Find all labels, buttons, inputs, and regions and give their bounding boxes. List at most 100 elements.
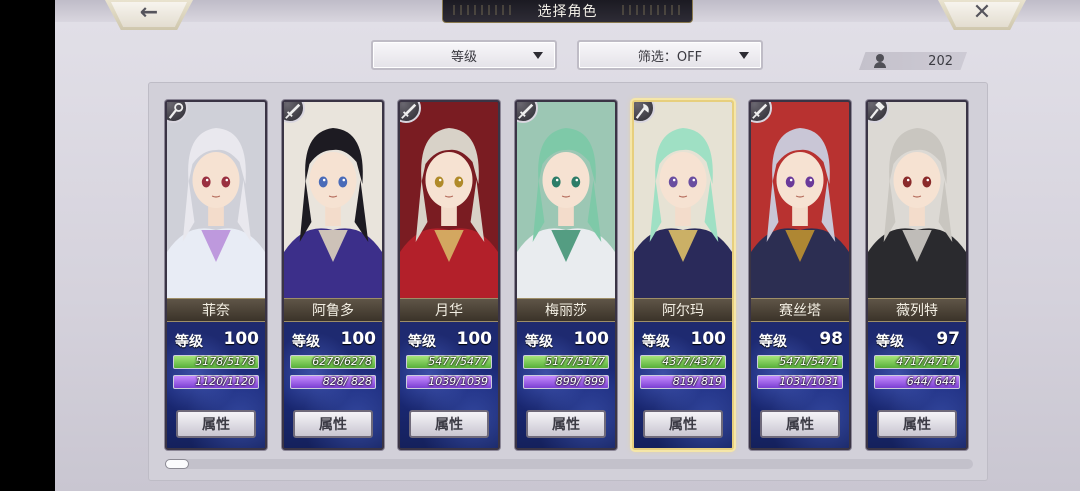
character-name: 薇列特 [868, 298, 966, 322]
attributes-button[interactable]: 属性 [409, 410, 489, 438]
mp-value: 1039/1039 [428, 375, 488, 388]
level-row: 等级 100 [406, 329, 493, 350]
mp-bar: 1120/1120 [173, 375, 259, 389]
level-label: 等级 [292, 334, 320, 350]
attributes-button[interactable]: 属性 [877, 410, 957, 438]
chevron-down-icon [739, 52, 749, 59]
mp-bar: 828/ 828 [290, 375, 376, 389]
hp-value: 5178/5178 [195, 355, 255, 368]
hp-bar: 6278/6278 [290, 355, 376, 369]
character-name: 赛丝塔 [751, 298, 849, 322]
character-stats: 等级 100 5477/5477 1039/1039 属性 [400, 322, 498, 448]
character-portrait [167, 102, 265, 298]
level-row: 等级 100 [290, 329, 377, 350]
character-card[interactable]: 梅丽莎 等级 100 5177/5177 899/ 899 属性 [515, 100, 617, 450]
hp-value: 5177/5177 [545, 355, 605, 368]
character-stats: 等级 100 5177/5177 899/ 899 属性 [517, 322, 615, 448]
character-portrait [284, 102, 382, 298]
attributes-button[interactable]: 属性 [526, 410, 606, 438]
scroll-thumb[interactable] [165, 459, 189, 469]
mp-bar: 644/ 644 [874, 375, 960, 389]
level-row: 等级 98 [757, 329, 843, 350]
character-name: 月华 [400, 298, 498, 322]
level-row: 等级 100 [640, 329, 727, 350]
sword-icon [751, 102, 772, 123]
level-label: 等级 [175, 334, 203, 350]
title-bar: 选择角色 [442, 0, 693, 23]
level-row: 等级 100 [173, 329, 259, 350]
mp-bar: 899/ 899 [523, 375, 609, 389]
character-card[interactable]: 薇列特等级 97 4717/4717 644/ 644 属性 [866, 100, 968, 450]
horizontal-scrollbar[interactable] [165, 459, 973, 469]
mp-bar: 819/ 819 [640, 375, 726, 389]
character-portrait [751, 102, 849, 298]
hp-value: 4717/4717 [896, 355, 956, 368]
hp-bar: 4377/4377 [640, 355, 726, 369]
back-arrow-icon: ← [139, 0, 159, 25]
level-value: 98 [819, 329, 843, 349]
character-portrait [517, 102, 615, 298]
character-stats: 等级 100 4377/4377 819/ 819 属性 [634, 322, 732, 448]
level-value: 100 [456, 329, 493, 349]
filter-dropdown[interactable]: 筛选：OFF [577, 40, 763, 70]
mp-value: 1120/1120 [195, 375, 255, 388]
hp-bar: 5177/5177 [523, 355, 609, 369]
close-button[interactable]: ✕ [938, 0, 1026, 30]
character-card[interactable]: 菲奈 等级 100 5178/5178 1120/1120 属性 [165, 100, 267, 450]
sort-dropdown-value: 等级 [450, 49, 477, 65]
title-ornament-right [622, 5, 682, 15]
character-stats: 等级 100 6278/6278 828/ 828 属性 [284, 322, 382, 448]
character-card[interactable]: 赛丝塔等级 98 5471/5471 1031/1031 属性 [749, 100, 851, 450]
level-value: 97 [936, 329, 960, 349]
character-name: 梅丽莎 [517, 298, 615, 322]
character-card[interactable]: 阿鲁多等级 100 6278/6278 828/ 828 属性 [282, 100, 384, 450]
level-label: 等级 [876, 334, 904, 350]
person-icon [873, 54, 887, 68]
sort-dropdown[interactable]: 等级 [371, 40, 557, 70]
character-name: 阿尔玛 [634, 298, 732, 322]
character-count-badge: 202 [859, 52, 967, 70]
character-portrait [400, 102, 498, 298]
hp-value: 5477/5477 [428, 355, 488, 368]
mp-value: 899/ 899 [555, 375, 605, 388]
mp-bar: 1031/1031 [757, 375, 843, 389]
hp-value: 4377/4377 [662, 355, 722, 368]
page-title: 选择角色 [537, 4, 598, 20]
character-stats: 等级 98 5471/5471 1031/1031 属性 [751, 322, 849, 448]
title-ornament-left [453, 5, 513, 15]
character-card[interactable]: 月华等级 100 5477/5477 1039/1039 属性 [398, 100, 500, 450]
character-stats: 等级 100 5178/5178 1120/1120 属性 [167, 322, 265, 448]
hp-bar: 5471/5471 [757, 355, 843, 369]
sword-icon [400, 102, 421, 123]
character-name: 阿鲁多 [284, 298, 382, 322]
level-label: 等级 [525, 334, 553, 350]
mp-value: 1031/1031 [779, 375, 839, 388]
level-value: 100 [690, 329, 727, 349]
hammer-icon [868, 102, 889, 123]
attributes-button[interactable]: 属性 [760, 410, 840, 438]
character-portrait [634, 102, 732, 298]
mp-bar: 1039/1039 [406, 375, 492, 389]
attributes-button[interactable]: 属性 [293, 410, 373, 438]
level-label: 等级 [642, 334, 670, 350]
hp-bar: 5477/5477 [406, 355, 492, 369]
back-button[interactable]: ← [105, 0, 193, 30]
character-list-panel: 菲奈 等级 100 5178/5178 1120/1120 属性 阿鲁多 等级 100 6278/… [148, 82, 988, 481]
sword-icon [284, 102, 305, 123]
character-cards: 菲奈 等级 100 5178/5178 1120/1120 属性 阿鲁多 等级 100 6278/… [165, 95, 985, 450]
hp-bar: 4717/4717 [874, 355, 960, 369]
character-card[interactable]: 阿尔玛等级 100 4377/4377 819/ 819 属性 [632, 100, 734, 450]
filter-dropdown-value: 筛选：OFF [637, 49, 703, 65]
level-row: 等级 97 [874, 329, 960, 350]
attributes-button[interactable]: 属性 [643, 410, 723, 438]
mp-value: 819/ 819 [672, 375, 722, 388]
close-icon: ✕ [972, 0, 992, 25]
hp-bar: 5178/5178 [173, 355, 259, 369]
attributes-button[interactable]: 属性 [176, 410, 256, 438]
sword-icon [517, 102, 538, 123]
hp-value: 5471/5471 [779, 355, 839, 368]
level-value: 100 [340, 329, 377, 349]
staff-icon [167, 102, 188, 123]
level-label: 等级 [759, 334, 787, 350]
character-count: 202 [928, 53, 953, 69]
